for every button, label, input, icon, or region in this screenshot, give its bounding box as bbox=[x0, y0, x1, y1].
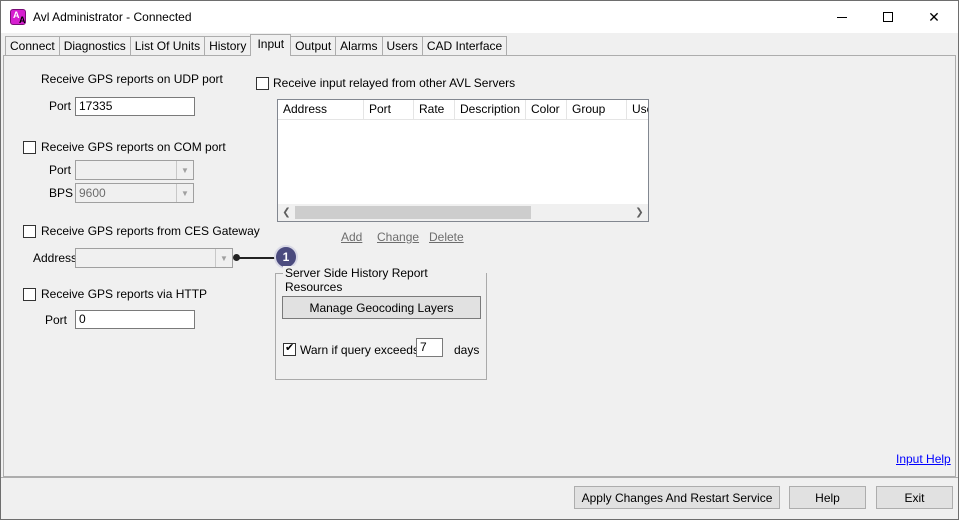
column-header-rate[interactable]: Rate bbox=[414, 100, 455, 120]
delete-link[interactable]: Delete bbox=[429, 230, 464, 244]
http-port-input[interactable]: 0 bbox=[75, 310, 195, 329]
scrollbar-thumb[interactable] bbox=[295, 206, 531, 219]
input-help-link[interactable]: Input Help bbox=[896, 452, 951, 466]
com-port-select-label: Port bbox=[49, 163, 72, 177]
help-button[interactable]: Help bbox=[789, 486, 866, 509]
close-button[interactable]: ✕ bbox=[911, 1, 957, 33]
close-icon: ✕ bbox=[928, 8, 940, 25]
group-title: Server Side History Report Resources bbox=[283, 266, 486, 294]
relay-label: Receive input relayed from other AVL Ser… bbox=[273, 76, 516, 90]
tab-input[interactable]: Input bbox=[250, 34, 292, 56]
tab-diagnostics[interactable]: Diagnostics bbox=[58, 36, 131, 55]
tab-users[interactable]: Users bbox=[381, 36, 423, 55]
com-port-select[interactable]: ▼ bbox=[75, 160, 194, 180]
scroll-left-icon[interactable]: ❮ bbox=[278, 204, 295, 221]
bps-value: 9600 bbox=[79, 186, 106, 200]
tab-output[interactable]: Output bbox=[290, 36, 337, 55]
change-link[interactable]: Change bbox=[377, 230, 419, 244]
maximize-button[interactable] bbox=[865, 1, 911, 33]
chevron-down-icon: ▼ bbox=[215, 249, 232, 267]
column-header-color[interactable]: Color bbox=[526, 100, 567, 120]
history-resources-group: Server Side History Report Resources Man… bbox=[275, 266, 487, 380]
window-title: Avl Administrator - Connected bbox=[33, 10, 192, 24]
bps-select[interactable]: 9600 ▼ bbox=[75, 183, 194, 203]
chevron-down-icon: ▼ bbox=[176, 184, 193, 202]
tab-list-of-units[interactable]: List Of Units bbox=[129, 36, 206, 55]
http-label: Receive GPS reports via HTTP bbox=[41, 287, 208, 301]
column-header-group[interactable]: Group bbox=[567, 100, 627, 120]
manage-geocoding-layers-button[interactable]: Manage Geocoding Layers bbox=[282, 296, 481, 319]
title-bar: AA Avl Administrator - Connected ✕ bbox=[1, 1, 958, 33]
add-link[interactable]: Add bbox=[341, 230, 362, 244]
column-header-description[interactable]: Description bbox=[455, 100, 526, 120]
warn-days-input[interactable]: 7 bbox=[416, 338, 443, 357]
ces-gateway-checkbox[interactable] bbox=[23, 225, 36, 238]
callout-dot bbox=[233, 254, 240, 261]
udp-port-input[interactable]: 17335 bbox=[75, 97, 195, 116]
column-header-use[interactable]: Use bbox=[627, 100, 648, 120]
footer-separator bbox=[1, 477, 958, 478]
udp-heading: Receive GPS reports on UDP port bbox=[41, 72, 223, 86]
scroll-right-icon[interactable]: ❯ bbox=[631, 204, 648, 221]
days-label: days bbox=[454, 343, 480, 357]
apply-restart-button[interactable]: Apply Changes And Restart Service bbox=[574, 486, 780, 509]
tab-cad-interface[interactable]: CAD Interface bbox=[421, 36, 508, 55]
http-checkbox[interactable] bbox=[23, 288, 36, 301]
com-port-label: Receive GPS reports on COM port bbox=[41, 140, 226, 154]
avl-icon: AA bbox=[10, 9, 26, 25]
tab-alarms[interactable]: Alarms bbox=[335, 36, 383, 55]
tab-strip: Connect Diagnostics List Of Units Histor… bbox=[5, 34, 508, 56]
minimize-button[interactable] bbox=[819, 1, 865, 33]
callout-line bbox=[237, 257, 277, 259]
http-port-label: Port bbox=[45, 313, 68, 327]
minimize-icon bbox=[837, 16, 847, 18]
list-header: Address Port Rate Description Color Grou… bbox=[278, 100, 648, 120]
tab-history[interactable]: History bbox=[204, 36, 252, 55]
app-window: AA Avl Administrator - Connected ✕ Conne… bbox=[0, 0, 959, 520]
relay-servers-list[interactable]: Address Port Rate Description Color Grou… bbox=[277, 99, 649, 222]
warn-query-checkbox[interactable] bbox=[283, 342, 296, 356]
bps-label: BPS bbox=[49, 186, 74, 200]
relay-checkbox[interactable] bbox=[256, 77, 269, 90]
column-header-port[interactable]: Port bbox=[364, 100, 414, 120]
exit-button[interactable]: Exit bbox=[876, 486, 953, 509]
tab-connect[interactable]: Connect bbox=[5, 36, 60, 55]
ces-address-label: Address bbox=[33, 251, 78, 265]
horizontal-scrollbar[interactable]: ❮ ❯ bbox=[278, 204, 648, 221]
maximize-icon bbox=[883, 12, 893, 22]
chevron-down-icon: ▼ bbox=[176, 161, 193, 179]
warn-query-label: Warn if query exceeds bbox=[300, 343, 419, 357]
column-header-address[interactable]: Address bbox=[278, 100, 364, 120]
ces-gateway-label: Receive GPS reports from CES Gateway bbox=[41, 224, 260, 238]
ces-address-select[interactable]: ▼ bbox=[75, 248, 233, 268]
udp-port-label: Port bbox=[49, 99, 72, 113]
com-port-checkbox[interactable] bbox=[23, 141, 36, 154]
